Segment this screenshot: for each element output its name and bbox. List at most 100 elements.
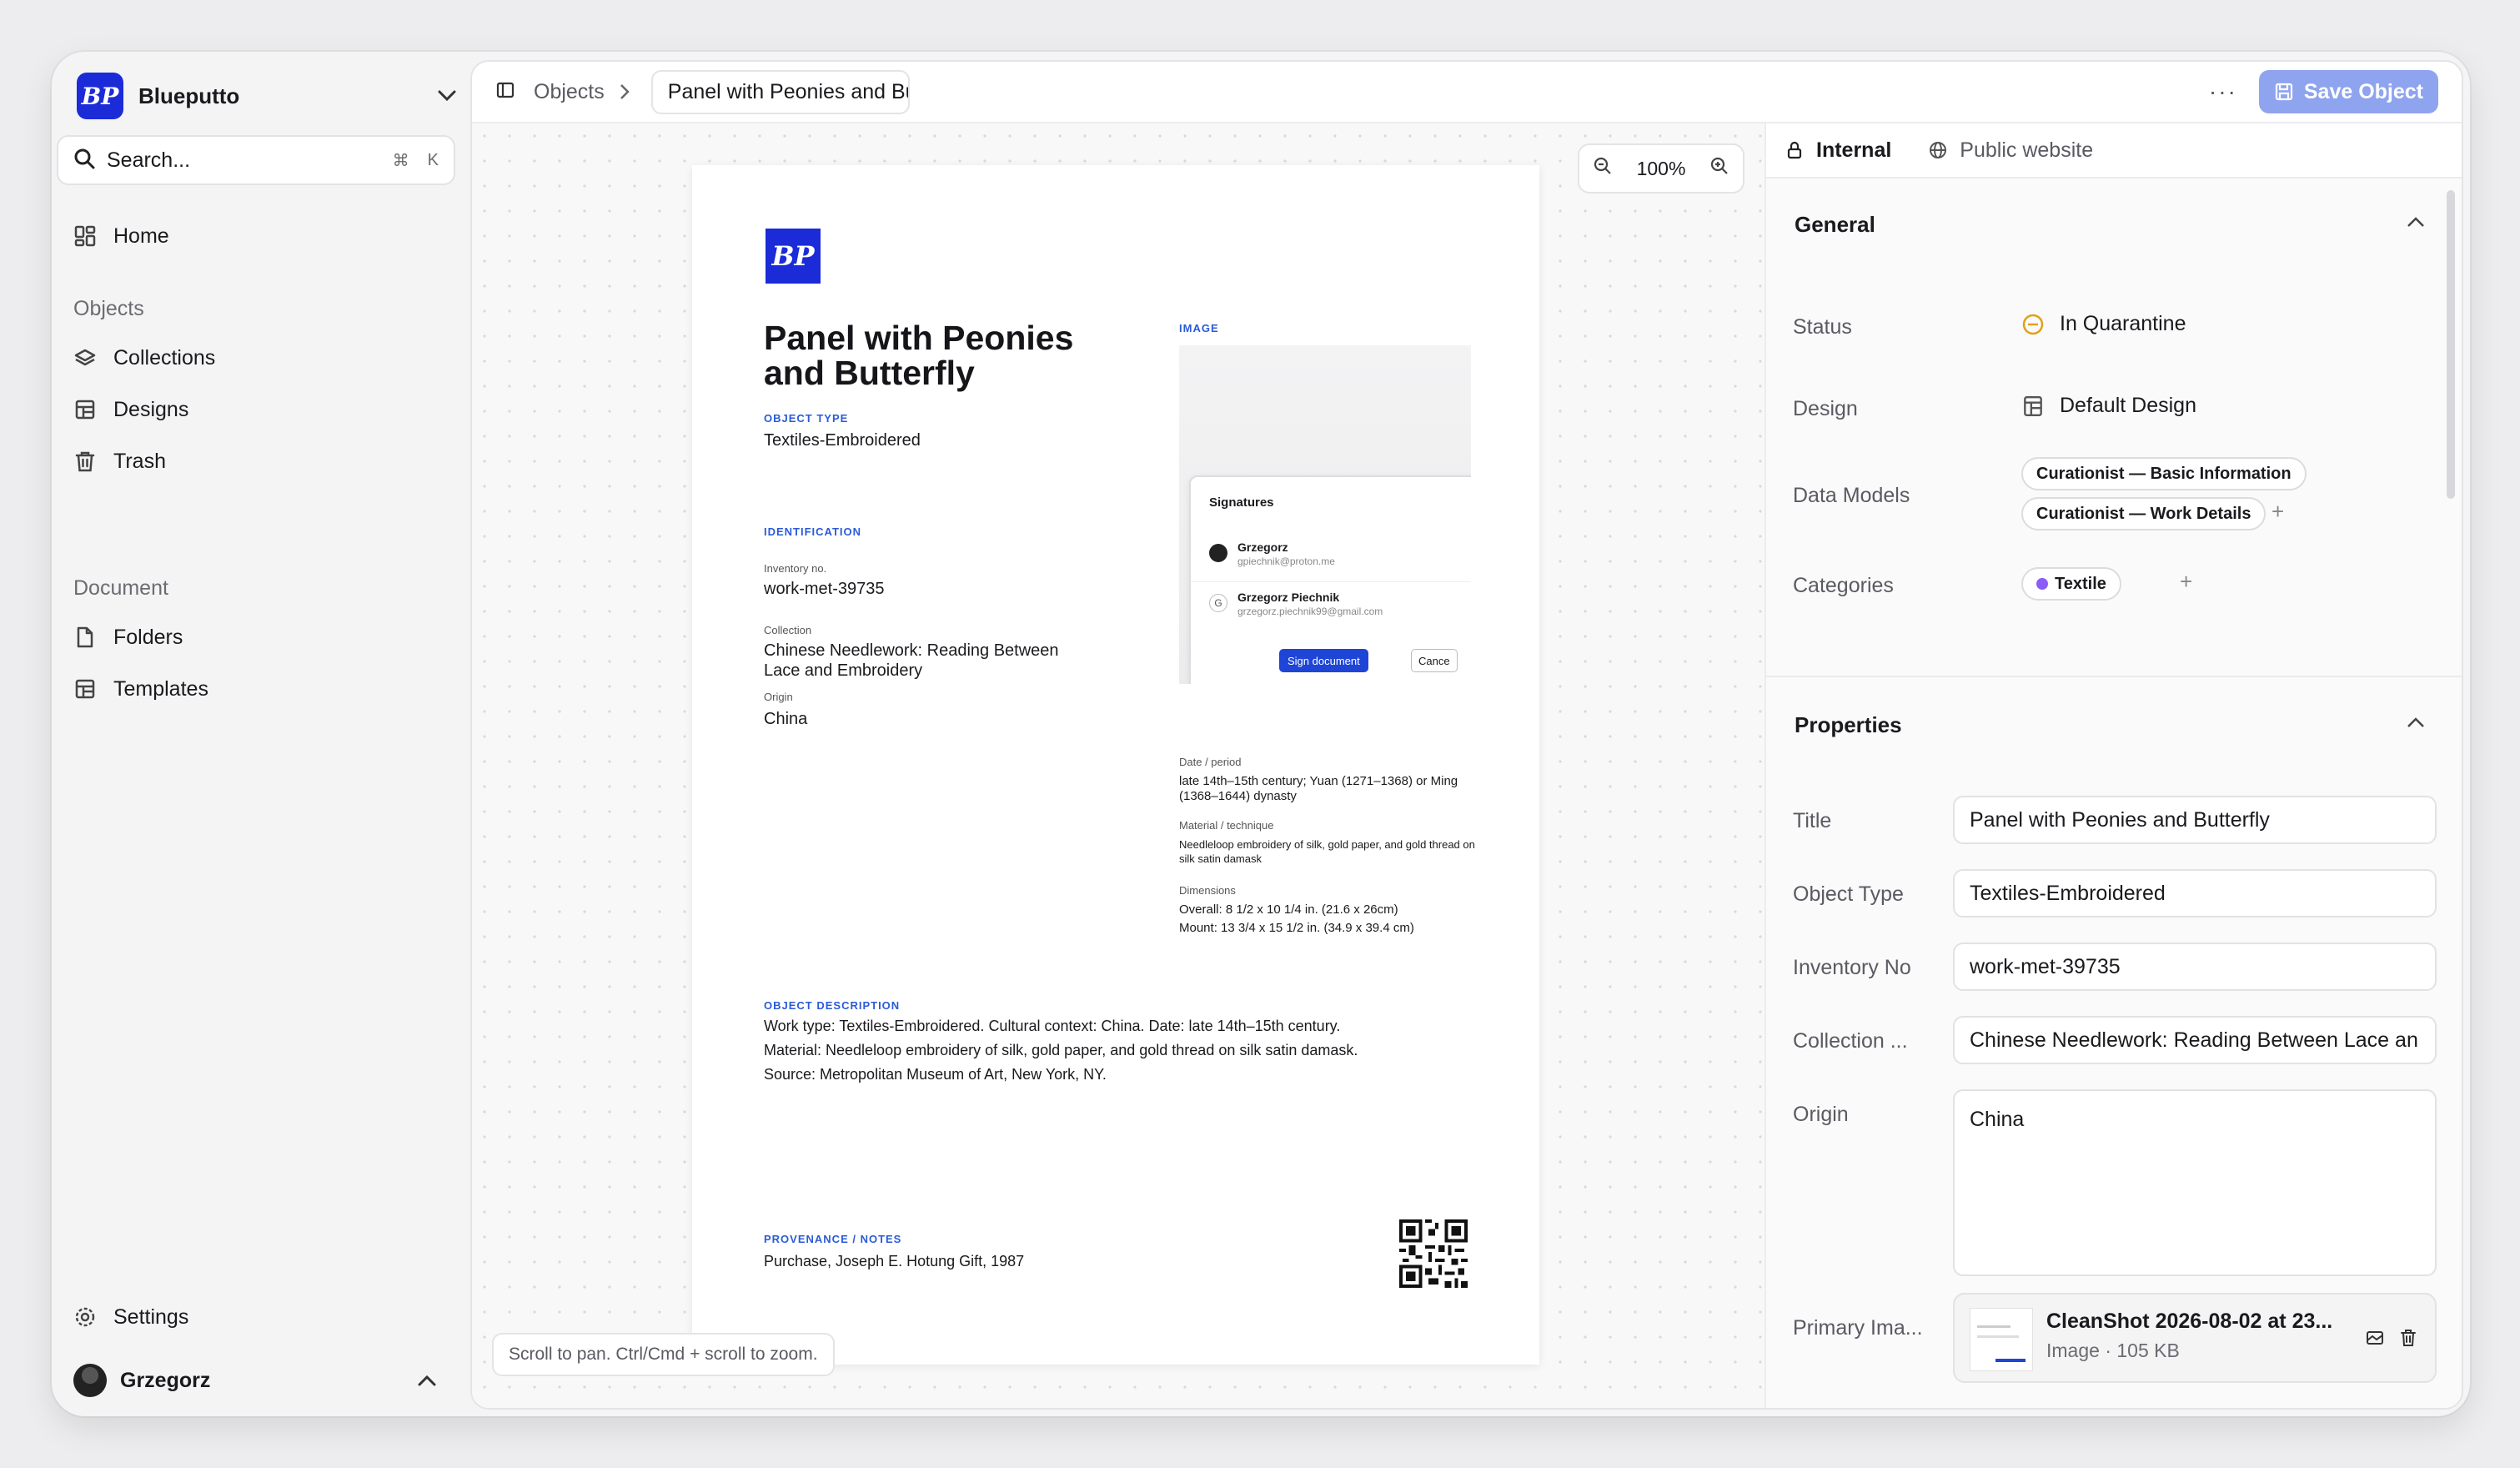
sidebar-item-collections[interactable]: Collections (57, 332, 455, 384)
trash-icon[interactable] (2398, 1328, 2418, 1348)
data-model-chip[interactable]: Curationist — Basic Information (2021, 457, 2307, 490)
design-label: Design (1793, 397, 1858, 420)
zoom-level: 100% (1636, 157, 1686, 179)
categories-label: Categories (1793, 574, 1894, 597)
sidebar-item-label: Designs (113, 397, 189, 421)
layout-icon (73, 398, 97, 421)
image-file-meta: Image · 105 KB (2046, 1340, 2180, 1361)
provenance-value: Purchase, Joseph E. Hotung Gift, 1987 (764, 1253, 1025, 1269)
nav-section-objects: Objects (73, 296, 144, 320)
sidebar-item-trash[interactable]: Trash (57, 435, 455, 487)
primary-image-label: Primary Ima... (1793, 1316, 1923, 1340)
zoom-in-icon[interactable] (1709, 156, 1729, 181)
dimensions-label: Dimensions (1179, 884, 1236, 897)
properties-section: Properties Title Panel with Peonies and … (1766, 679, 2462, 1408)
breadcrumb-current[interactable]: Panel with Peonies and Butterfly (650, 69, 910, 114)
breadcrumb-objects[interactable]: Objects (534, 80, 605, 104)
chevron-up-icon (415, 1369, 439, 1392)
shortcut-key: K (427, 150, 439, 169)
description-line-2: Material: Needleloop embroidery of silk,… (764, 1042, 1358, 1058)
document-canvas[interactable]: BP Panel with Peonies and Butterfly OBJE… (472, 123, 1765, 1408)
sidebar-item-designs[interactable]: Designs (57, 384, 455, 435)
sign-document-button: Sign document (1279, 649, 1368, 672)
status-value[interactable]: In Quarantine (2021, 312, 2186, 336)
design-text: Default Design (2060, 394, 2196, 417)
topbar: Objects Panel with Peonies and Butterfly… (472, 62, 2462, 123)
sidebar: BP Blueputto Search... ⌘ K Home Objects (52, 52, 470, 1416)
origin-field[interactable]: China (1953, 1089, 2437, 1276)
image-file-name: CleanShot 2026-08-02 at 23... (2046, 1310, 2333, 1333)
object-type-field[interactable]: Textiles-Embroidered (1953, 869, 2437, 918)
trash-icon (73, 450, 97, 473)
template-icon (73, 677, 97, 701)
main-area: Objects Panel with Peonies and Butterfly… (470, 60, 2463, 1410)
inventory-no-field[interactable]: work-met-39735 (1953, 943, 2437, 991)
provenance-label: PROVENANCE / NOTES (764, 1233, 902, 1245)
document-title: Panel with Peonies and Butterfly (764, 319, 1074, 392)
document-image: Signatures Grzegorz gpiechnik@proton.me … (1179, 345, 1471, 684)
properties-title: Properties (1795, 712, 1902, 737)
sidebar-item-folders[interactable]: Folders (57, 611, 455, 663)
origin-value: China (764, 710, 808, 728)
qr-code-icon (1399, 1219, 1468, 1288)
title-field[interactable]: Panel with Peonies and Butterfly (1953, 796, 2437, 844)
zoom-out-icon[interactable] (1593, 156, 1613, 181)
grid-icon (73, 224, 97, 248)
workspace-switcher[interactable]: BP Blueputto (68, 65, 467, 127)
collection-field[interactable]: Chinese Needlework: Reading Between Lace… (1953, 1016, 2437, 1064)
layout-icon (2024, 395, 2042, 416)
sidebar-item-label: Collections (113, 345, 216, 370)
dimensions-mount: Mount: 13 3/4 x 15 1/2 in. (34.9 x 39.4 … (1179, 921, 1414, 935)
save-object-button[interactable]: Save Object (2258, 70, 2438, 113)
collection-value: Chinese Needlework: Reading Between Lace… (764, 641, 1059, 680)
data-model-chip[interactable]: Curationist — Work Details (2021, 497, 2266, 530)
sidebar-item-templates[interactable]: Templates (57, 663, 455, 715)
sidebar-item-label: Settings (113, 1305, 189, 1329)
collection-label: Collection (764, 624, 812, 636)
object-type-value: Textiles-Embroidered (764, 431, 921, 450)
description-label: OBJECT DESCRIPTION (764, 999, 901, 1012)
save-button-label: Save Object (2303, 79, 2423, 103)
status-text: In Quarantine (2060, 312, 2186, 335)
panel-tabs: Internal Public website (1766, 123, 2462, 178)
search-input[interactable]: Search... ⌘ K (57, 135, 455, 185)
lock-icon (1787, 141, 1802, 159)
title-label: Title (1793, 809, 1832, 832)
signer-name: Grzegorz (1237, 540, 1288, 554)
chevron-up-icon[interactable] (2405, 712, 2427, 734)
tab-internal[interactable]: Internal (1785, 138, 1891, 163)
add-data-model-button[interactable]: + (2272, 499, 2284, 525)
object-type-label: Object Type (1793, 882, 1904, 906)
search-icon (73, 148, 95, 173)
sidebar-item-home[interactable]: Home (57, 210, 455, 262)
sidebar-toggle-icon[interactable] (495, 80, 515, 104)
signer-email: grzegorz.piechnik99@gmail.com (1237, 606, 1383, 617)
category-chip[interactable]: Textile (2021, 567, 2121, 601)
design-value[interactable]: Default Design (2021, 394, 2196, 418)
tab-public-website[interactable]: Public website (1928, 138, 2093, 163)
more-options-button[interactable]: ··· (2209, 78, 2237, 105)
replace-image-icon[interactable] (2365, 1328, 2385, 1348)
signer-name: Grzegorz Piechnik (1237, 591, 1340, 604)
object-type-label: OBJECT TYPE (764, 412, 849, 425)
chevron-up-icon[interactable] (2405, 212, 2427, 234)
panel-scrollbar[interactable] (2447, 190, 2455, 499)
identification-label: IDENTIFICATION (764, 525, 862, 538)
sidebar-item-label: Home (113, 224, 169, 248)
globe-icon (1930, 142, 1947, 158)
primary-image-field[interactable]: CleanShot 2026-08-02 at 23... Image · 10… (1953, 1293, 2437, 1383)
nav-document: Document Folders Templates (57, 565, 455, 715)
origin-label: Origin (1793, 1103, 1849, 1126)
add-category-button[interactable]: + (2180, 569, 2192, 595)
cancel-button: Cance (1411, 649, 1458, 672)
user-menu[interactable]: Grzegorz (57, 1353, 455, 1408)
category-dot (2036, 578, 2048, 590)
avatar (1209, 544, 1227, 562)
nav-section-document: Document (73, 576, 168, 600)
chevron-down-icon (435, 84, 459, 108)
dimensions-overall: Overall: 8 1/2 x 10 1/4 in. (21.6 x 26cm… (1179, 902, 1398, 917)
sidebar-item-settings[interactable]: Settings (57, 1291, 455, 1343)
general-title: General (1795, 212, 1875, 237)
user-name: Grzegorz (120, 1368, 211, 1392)
nav-main: Home (57, 210, 455, 262)
